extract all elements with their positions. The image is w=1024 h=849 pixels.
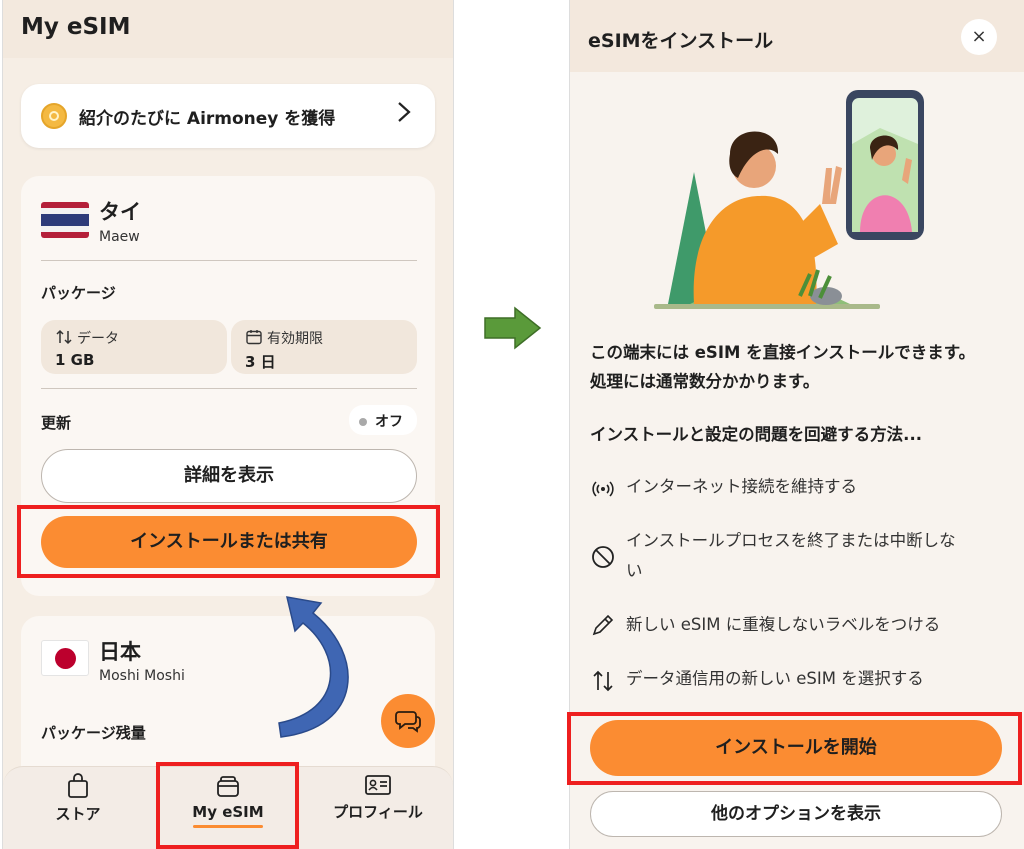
remaining-label: パッケージ残量	[41, 724, 146, 742]
signal-icon	[590, 476, 616, 502]
video-call-illustration	[654, 90, 924, 309]
curved-arrow-icon	[278, 596, 349, 738]
validity-value: 3 日	[245, 353, 276, 371]
esim-label: Maew	[99, 229, 140, 245]
nav-profile-label: プロフィール	[333, 803, 423, 821]
tip-item: 新しい eSIM に重複しないラベルをつける	[626, 615, 941, 634]
validity-pill: 有効期限 3 日	[231, 320, 417, 374]
data-label: データ	[77, 331, 119, 347]
validity-label: 有効期限	[267, 331, 323, 347]
highlight-box	[567, 712, 1022, 785]
more-options-button[interactable]: 他のオプションを表示	[590, 791, 1002, 837]
toggle-dot-icon	[359, 418, 367, 426]
country-name: タイ	[99, 200, 141, 224]
page-title: My eSIM	[21, 14, 131, 40]
tips-heading: インストールと設定の問題を回避する方法...	[590, 425, 922, 444]
pencil-icon	[590, 612, 616, 638]
sheet-title: eSIMをインストール	[588, 30, 774, 52]
close-button[interactable]: ×	[961, 19, 997, 55]
prohibited-icon	[590, 544, 616, 570]
country-name: 日本	[99, 640, 141, 664]
esim-label: Moshi Moshi	[99, 668, 185, 684]
chat-icon	[395, 711, 421, 733]
referral-banner[interactable]: 紹介のたびに Airmoney を獲得	[21, 84, 435, 148]
data-arrows-icon	[590, 668, 616, 694]
divider	[41, 260, 417, 261]
chat-button[interactable]	[381, 694, 435, 748]
japan-flag-icon	[41, 640, 89, 676]
referral-text: 紹介のたびに Airmoney を獲得	[79, 109, 336, 129]
tip-item: インストールプロセスを終了または中断しない	[626, 531, 956, 580]
renew-label: 更新	[41, 414, 72, 432]
toggle-state: オフ	[375, 414, 403, 430]
package-label: パッケージ	[41, 284, 116, 302]
shopping-bag-icon	[18, 773, 138, 803]
my-esim-screen: My eSIM 紹介のたびに Airmoney を獲得 タイ Maew パッケー…	[2, 0, 454, 849]
highlight-box	[156, 762, 299, 849]
data-value: 1 GB	[55, 351, 95, 369]
flow-arrow-icon	[484, 306, 542, 350]
nav-profile[interactable]: プロフィール	[318, 773, 438, 822]
data-arrows-icon	[55, 328, 73, 350]
coin-icon	[41, 103, 67, 129]
thailand-flag-icon	[41, 202, 89, 238]
divider	[41, 388, 417, 389]
calendar-icon	[245, 328, 263, 350]
show-details-button[interactable]: 詳細を表示	[41, 449, 417, 503]
intro-text: この端末には eSIM を直接インストールできます。処理には通常数分かかります。	[590, 343, 976, 391]
renew-toggle[interactable]: オフ	[349, 405, 417, 435]
chevron-right-icon	[397, 101, 411, 129]
nav-store-label: ストア	[55, 805, 101, 823]
highlight-box	[17, 505, 440, 578]
data-pill: データ 1 GB	[41, 320, 227, 374]
tip-item: インターネット接続を維持する	[626, 477, 857, 496]
id-card-icon	[318, 773, 438, 801]
nav-store[interactable]: ストア	[18, 773, 138, 824]
tip-item: データ通信用の新しい eSIM を選択する	[626, 669, 924, 688]
